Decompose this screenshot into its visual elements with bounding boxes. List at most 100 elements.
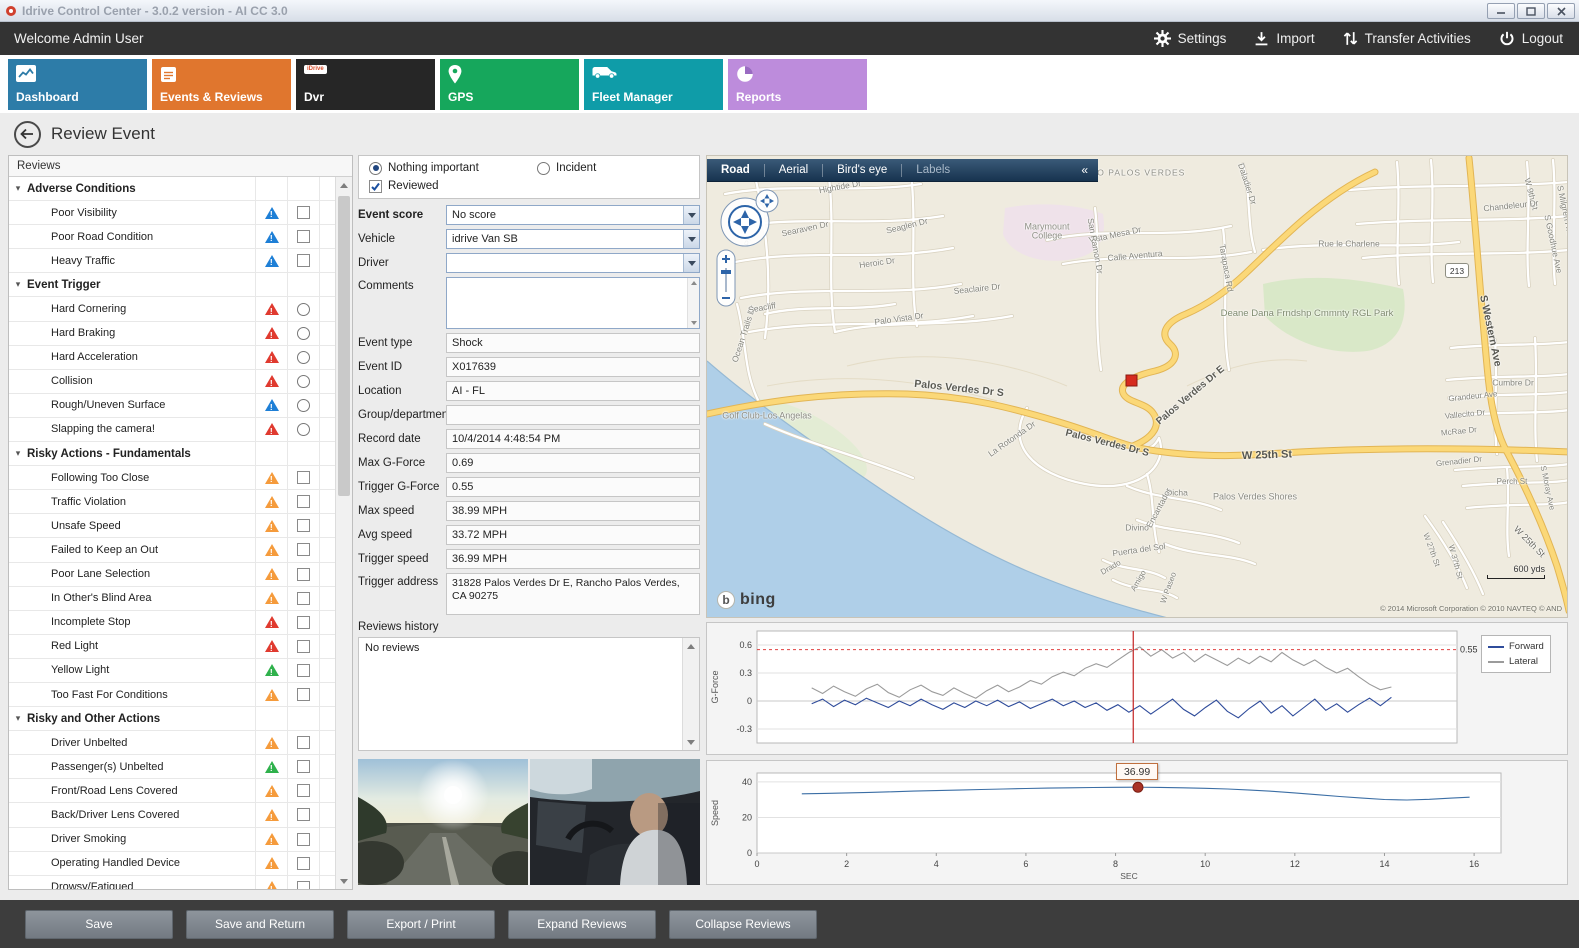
footer-save-and-return-button[interactable]: Save and Return bbox=[186, 910, 334, 939]
checkbox[interactable] bbox=[297, 230, 310, 243]
video-thumbnail-road[interactable] bbox=[358, 759, 528, 885]
reviews-history-list[interactable]: No reviews bbox=[358, 637, 700, 751]
radio-button[interactable] bbox=[297, 303, 310, 316]
topbar-settings-button[interactable]: Settings bbox=[1154, 30, 1227, 47]
chevron-down-icon[interactable] bbox=[683, 230, 699, 248]
review-group-risky-actions-fundamentals[interactable]: ▾Risky Actions - Fundamentals bbox=[9, 442, 335, 466]
review-item-poor-lane-selection[interactable]: Poor Lane Selection! bbox=[9, 563, 335, 587]
tab-fleet-manager[interactable]: Fleet Manager bbox=[584, 59, 723, 110]
tab-reports[interactable]: Reports bbox=[728, 59, 867, 110]
checkbox[interactable] bbox=[297, 519, 310, 532]
comments-scrollbar[interactable] bbox=[687, 278, 699, 328]
window-titlebar[interactable]: Idrive Control Center - 3.0.2 version - … bbox=[0, 0, 1579, 22]
review-item-red-light[interactable]: Red Light! bbox=[9, 635, 335, 659]
review-group-adverse-conditions[interactable]: ▾Adverse Conditions bbox=[9, 177, 335, 201]
maximize-button[interactable] bbox=[1517, 3, 1545, 19]
review-item-slapping-the-camera[interactable]: Slapping the camera!! bbox=[9, 418, 335, 442]
comments-textarea[interactable] bbox=[446, 277, 700, 329]
map-marker[interactable] bbox=[1126, 375, 1137, 386]
review-item-in-other-s-blind-area[interactable]: In Other's Blind Area! bbox=[9, 587, 335, 611]
scroll-thumb[interactable] bbox=[338, 196, 350, 496]
review-group-event-trigger[interactable]: ▾Event Trigger bbox=[9, 273, 335, 297]
collapse-arrow-icon[interactable]: ▾ bbox=[9, 442, 27, 465]
map-navbar-collapse-button[interactable]: « bbox=[1071, 163, 1098, 177]
tab-dashboard[interactable]: Dashboard bbox=[8, 59, 147, 110]
tab-dvr[interactable]: iDriveDvr bbox=[296, 59, 435, 110]
collapse-arrow-icon[interactable]: ▾ bbox=[9, 177, 27, 200]
review-item-back-driver-lens-covered[interactable]: Back/Driver Lens Covered! bbox=[9, 803, 335, 827]
radio-button[interactable] bbox=[297, 399, 310, 412]
review-item-poor-visibility[interactable]: Poor Visibility! bbox=[9, 201, 335, 225]
radio-button[interactable] bbox=[297, 423, 310, 436]
review-item-collision[interactable]: Collision! bbox=[9, 370, 335, 394]
checkbox[interactable] bbox=[297, 760, 310, 773]
map-view-road-button[interactable]: Road bbox=[707, 164, 764, 176]
radio-button[interactable] bbox=[297, 327, 310, 340]
review-item-hard-acceleration[interactable]: Hard Acceleration! bbox=[9, 346, 335, 370]
map-compass-control[interactable] bbox=[709, 186, 781, 321]
review-item-hard-cornering[interactable]: Hard Cornering! bbox=[9, 297, 335, 321]
checkbox-option-reviewed[interactable]: Reviewed bbox=[369, 180, 689, 193]
radio-button[interactable] bbox=[297, 351, 310, 364]
checkbox[interactable] bbox=[297, 857, 310, 870]
close-button[interactable] bbox=[1547, 3, 1575, 19]
chevron-down-icon[interactable] bbox=[683, 254, 699, 272]
footer-collapse-reviews-button[interactable]: Collapse Reviews bbox=[669, 910, 817, 939]
checkbox[interactable] bbox=[297, 543, 310, 556]
radio-option-incident[interactable]: Incident bbox=[537, 162, 596, 175]
scroll-down-arrow[interactable] bbox=[683, 734, 699, 750]
map-canvas[interactable] bbox=[707, 156, 1568, 618]
radio[interactable] bbox=[537, 162, 550, 175]
radio-checked[interactable] bbox=[369, 162, 382, 175]
checkbox[interactable] bbox=[297, 736, 310, 749]
checkbox[interactable] bbox=[297, 254, 310, 267]
radio-button[interactable] bbox=[297, 375, 310, 388]
collapse-arrow-icon[interactable]: ▾ bbox=[9, 273, 27, 296]
checkbox[interactable] bbox=[297, 471, 310, 484]
map[interactable]: EAST RANCHO PALOS VERDESMarymount Colleg… bbox=[706, 155, 1568, 618]
map-view-aerial-button[interactable]: Aerial bbox=[765, 164, 822, 176]
vehicle-select[interactable]: idrive Van SB bbox=[446, 229, 700, 249]
review-item-front-road-lens-covered[interactable]: Front/Road Lens Covered! bbox=[9, 779, 335, 803]
checkbox[interactable] bbox=[297, 568, 310, 581]
checkbox[interactable] bbox=[297, 833, 310, 846]
checkbox[interactable] bbox=[297, 808, 310, 821]
scroll-up-arrow[interactable] bbox=[336, 177, 352, 193]
driver-select[interactable] bbox=[446, 253, 700, 273]
chevron-down-icon[interactable] bbox=[683, 206, 699, 224]
review-item-traffic-violation[interactable]: Traffic Violation! bbox=[9, 490, 335, 514]
checkbox[interactable] bbox=[297, 206, 310, 219]
review-item-yellow-light[interactable]: Yellow Light! bbox=[9, 659, 335, 683]
checkbox[interactable] bbox=[297, 664, 310, 677]
back-button[interactable] bbox=[14, 121, 41, 148]
checkbox[interactable] bbox=[297, 784, 310, 797]
event-score-select[interactable]: No score bbox=[446, 205, 700, 225]
review-item-poor-road-condition[interactable]: Poor Road Condition! bbox=[9, 225, 335, 249]
radio-option-nothing-important[interactable]: Nothing important bbox=[369, 162, 537, 175]
minimize-button[interactable] bbox=[1487, 3, 1515, 19]
checkbox[interactable] bbox=[297, 640, 310, 653]
review-group-risky-and-other-actions[interactable]: ▾Risky and Other Actions bbox=[9, 707, 335, 731]
review-item-unsafe-speed[interactable]: Unsafe Speed! bbox=[9, 514, 335, 538]
video-thumbnail-cabin[interactable] bbox=[530, 759, 700, 885]
tab-events-reviews[interactable]: Events & Reviews bbox=[152, 59, 291, 110]
collapse-arrow-icon[interactable]: ▾ bbox=[9, 707, 27, 730]
checkbox[interactable] bbox=[297, 592, 310, 605]
checkbox[interactable] bbox=[297, 688, 310, 701]
topbar-transfer-activities-button[interactable]: Transfer Activities bbox=[1343, 31, 1471, 46]
scroll-up-arrow[interactable] bbox=[683, 638, 699, 654]
checkbox[interactable] bbox=[297, 881, 310, 889]
scroll-down-arrow[interactable] bbox=[336, 873, 352, 889]
review-item-too-fast-for-conditions[interactable]: Too Fast For Conditions! bbox=[9, 683, 335, 707]
reviews-scrollbar[interactable] bbox=[335, 177, 352, 889]
map-view-birdseye-button[interactable]: Bird's eye bbox=[823, 164, 901, 176]
checkbox-checked[interactable] bbox=[369, 180, 382, 193]
review-item-drowsy-fatigued[interactable]: Drowsy/Fatigued! bbox=[9, 876, 335, 889]
review-item-operating-handled-device[interactable]: Operating Handled Device! bbox=[9, 852, 335, 876]
checkbox[interactable] bbox=[297, 616, 310, 629]
review-item-driver-unbelted[interactable]: Driver Unbelted! bbox=[9, 731, 335, 755]
review-item-rough-uneven-surface[interactable]: Rough/Uneven Surface! bbox=[9, 394, 335, 418]
review-item-following-too-close[interactable]: Following Too Close! bbox=[9, 466, 335, 490]
footer-expand-reviews-button[interactable]: Expand Reviews bbox=[508, 910, 656, 939]
topbar-logout-button[interactable]: Logout bbox=[1499, 31, 1563, 47]
